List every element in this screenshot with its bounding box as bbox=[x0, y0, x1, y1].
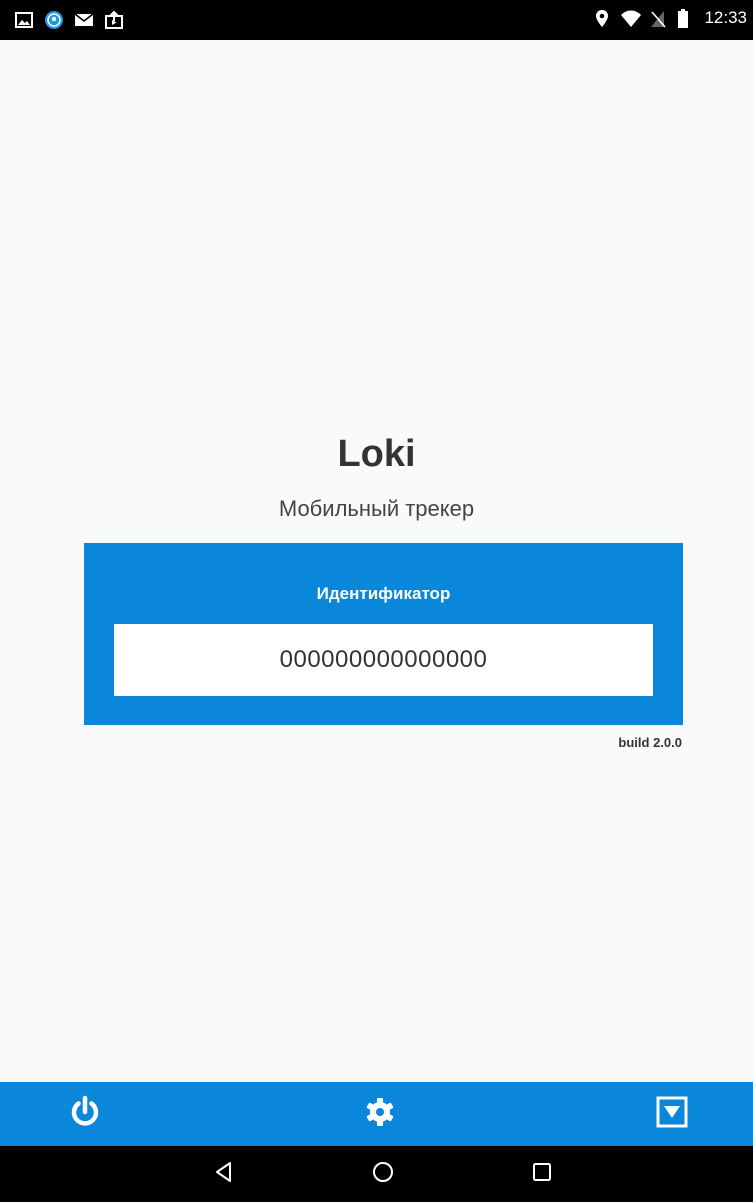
media-upload-icon bbox=[104, 10, 124, 30]
power-button[interactable] bbox=[45, 1082, 125, 1146]
recents-button[interactable] bbox=[507, 1146, 577, 1202]
mail-icon bbox=[74, 10, 94, 30]
image-icon bbox=[14, 10, 34, 30]
back-icon bbox=[213, 1160, 237, 1188]
location-icon bbox=[592, 8, 612, 28]
app-title: Loki bbox=[337, 433, 416, 475]
power-icon bbox=[68, 1095, 102, 1133]
build-version: build 2.0.0 bbox=[618, 735, 682, 750]
location-pin-app-icon bbox=[44, 10, 64, 30]
recents-icon bbox=[530, 1160, 554, 1188]
identifier-panel: Идентификатор 000000000000000 bbox=[84, 543, 683, 725]
app-subtitle: Мобильный трекер bbox=[278, 496, 475, 521]
battery-icon bbox=[676, 8, 696, 28]
app-screen: 12:33 Loki Мобильный трекер Идентификато… bbox=[0, 0, 753, 1202]
no-sim-icon bbox=[648, 8, 668, 28]
status-time: 12:33 bbox=[704, 8, 747, 27]
home-button[interactable] bbox=[348, 1146, 418, 1202]
notification-icons bbox=[14, 10, 124, 30]
back-button[interactable] bbox=[190, 1146, 260, 1202]
dropdown-button[interactable] bbox=[632, 1082, 712, 1146]
navigation-bar bbox=[0, 1146, 753, 1202]
identifier-label: Идентификатор bbox=[316, 584, 451, 603]
dropdown-box-icon bbox=[655, 1095, 689, 1133]
identifier-field[interactable]: 000000000000000 bbox=[114, 624, 653, 696]
wifi-icon bbox=[620, 8, 642, 28]
status-bar: 12:33 bbox=[0, 0, 753, 40]
bottom-toolbar bbox=[0, 1082, 753, 1146]
gear-icon bbox=[363, 1095, 397, 1133]
home-icon bbox=[371, 1160, 395, 1188]
system-status-icons: 12:33 bbox=[592, 8, 747, 28]
settings-button[interactable] bbox=[340, 1082, 420, 1146]
